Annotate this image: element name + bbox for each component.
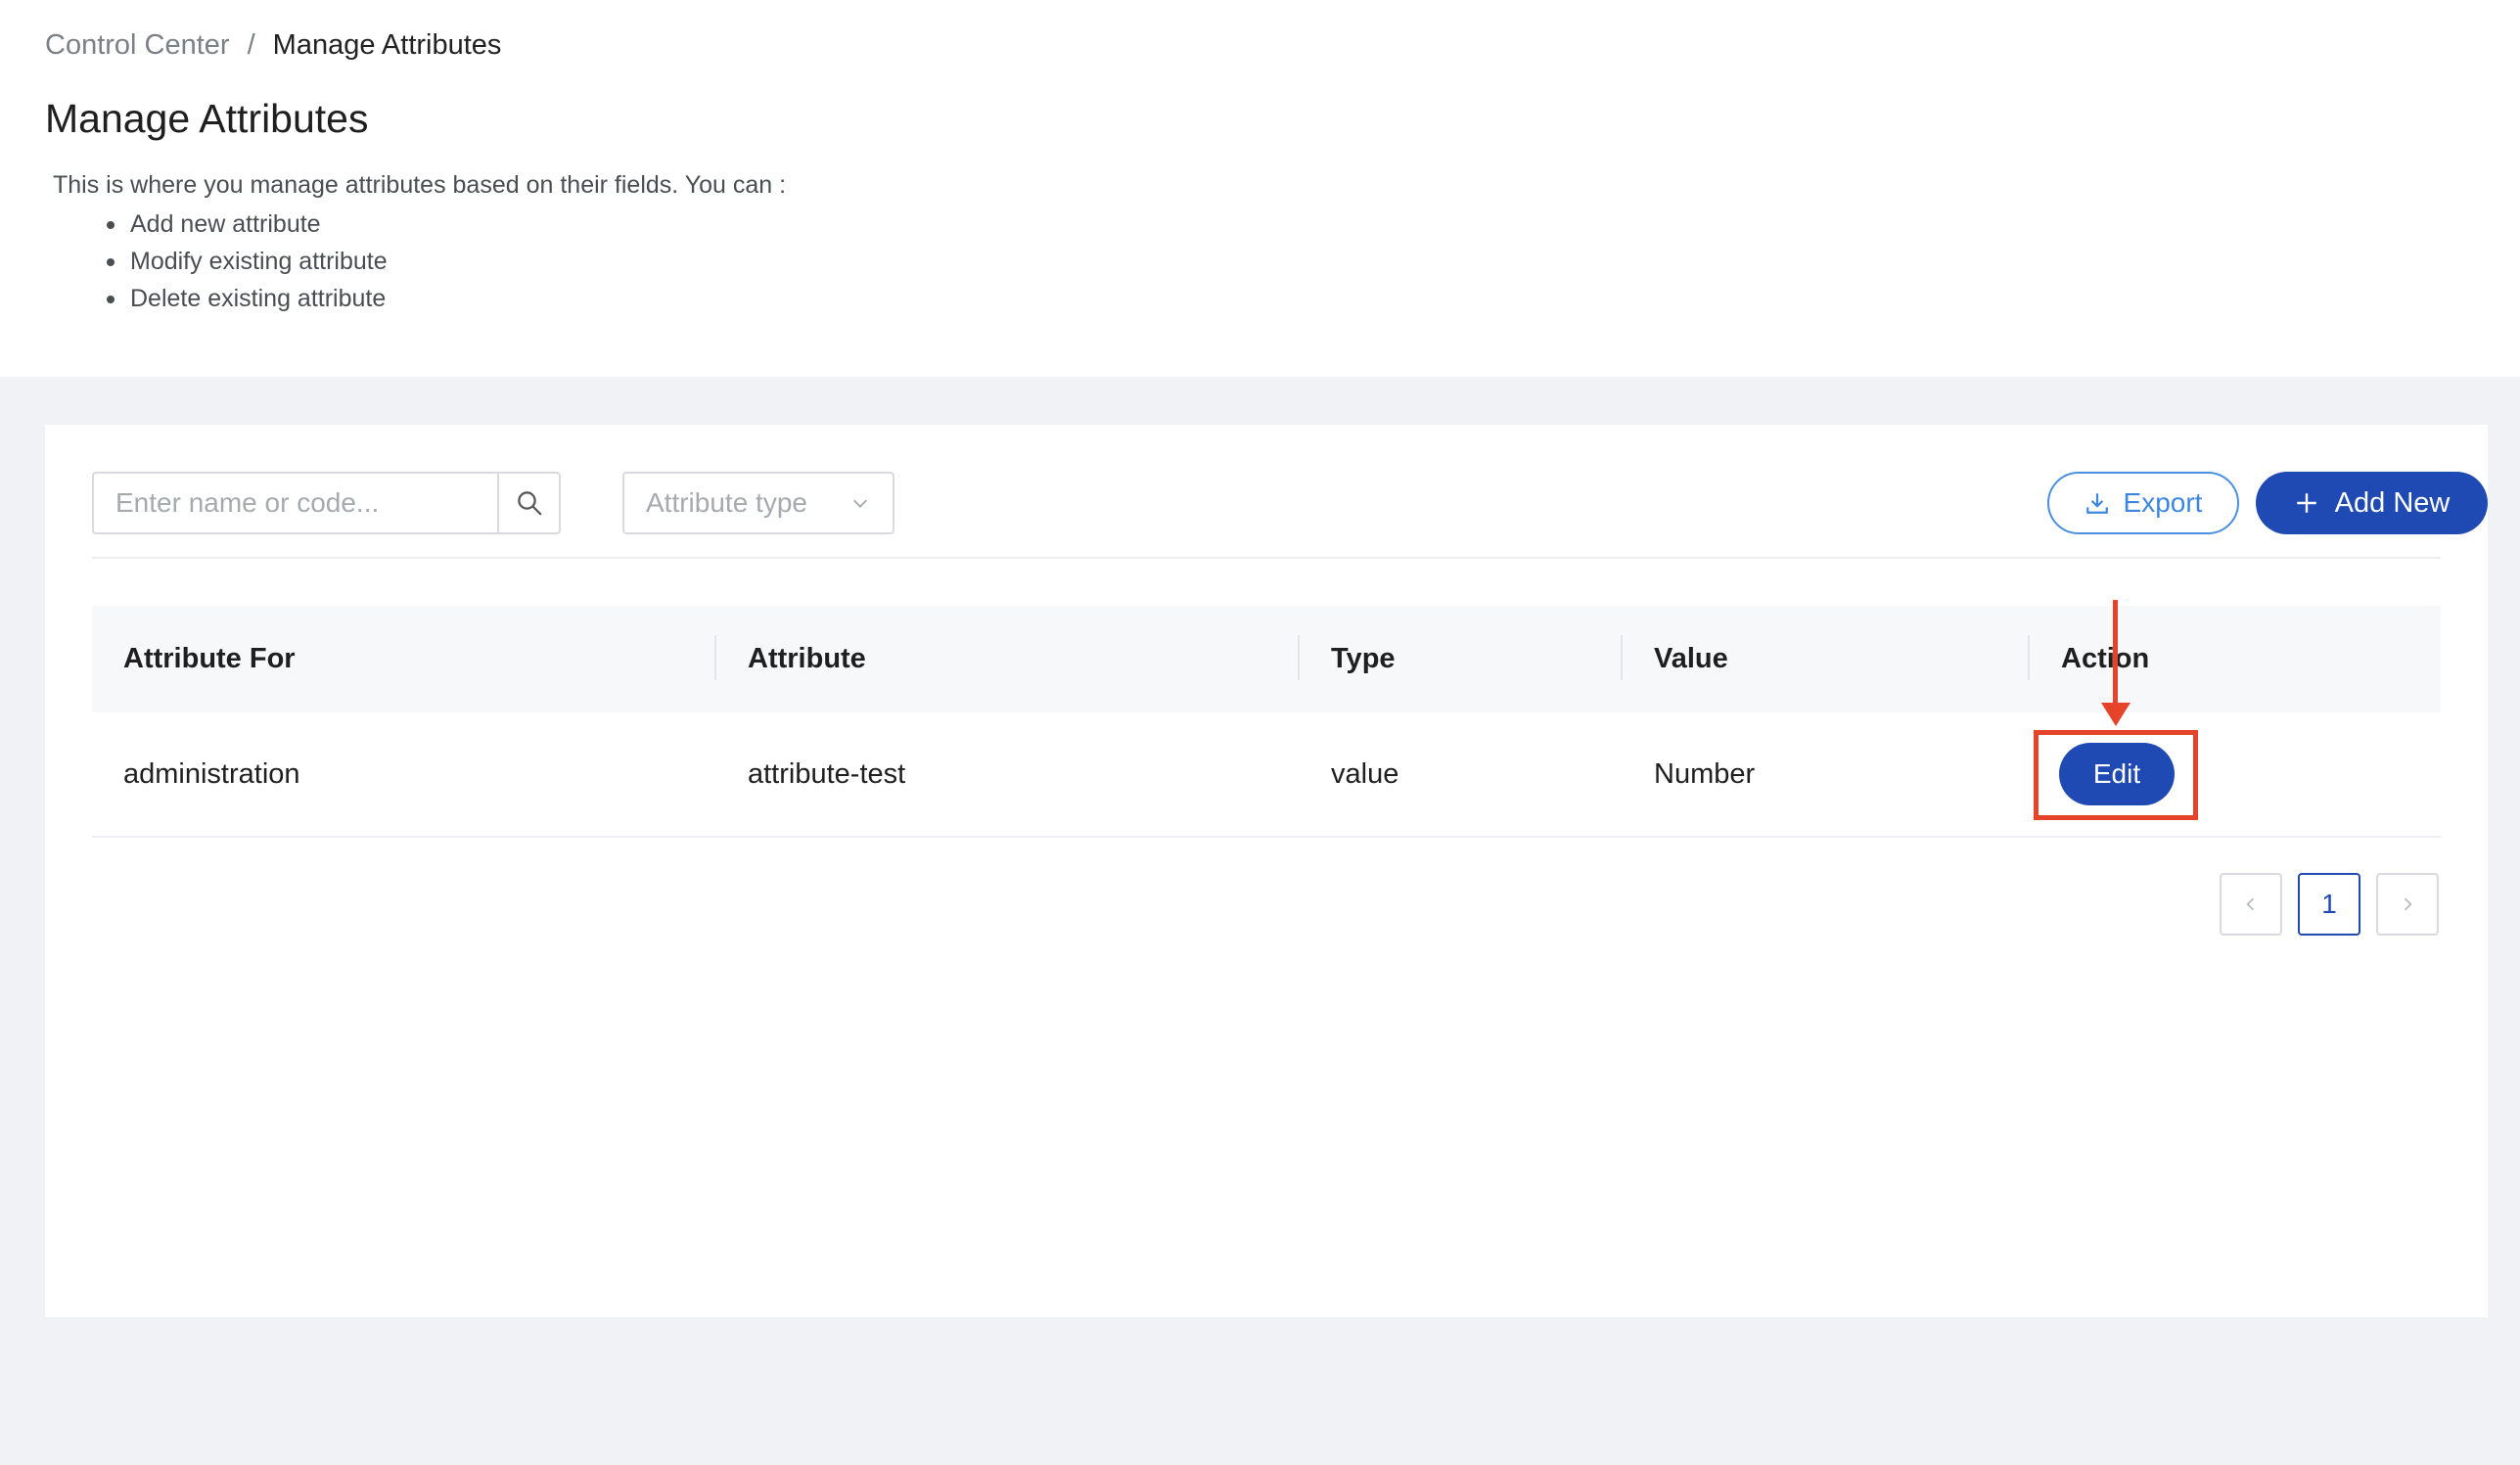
toolbar: Attribute type Export Add New bbox=[92, 472, 2488, 534]
search-input[interactable] bbox=[94, 474, 497, 532]
header-type: Type bbox=[1298, 606, 1621, 712]
cell-attribute: attribute-test bbox=[748, 757, 906, 790]
pagination: 1 bbox=[2220, 873, 2439, 936]
search-icon bbox=[517, 491, 541, 516]
page-description: This is where you manage attributes base… bbox=[53, 168, 786, 317]
header-action: Action bbox=[2028, 606, 2441, 712]
attributes-card: Attribute type Export Add New Attribute … bbox=[45, 425, 2488, 1317]
page-title: Manage Attributes bbox=[45, 96, 369, 141]
description-list: Add new attribute Modify existing attrib… bbox=[107, 206, 786, 317]
annotation-arrow-head bbox=[2101, 703, 2131, 726]
page-header: Control Center / Manage Attributes Manag… bbox=[0, 0, 2520, 377]
header-action-label: Action bbox=[2061, 643, 2150, 674]
breadcrumb: Control Center / Manage Attributes bbox=[45, 27, 501, 63]
export-button[interactable]: Export bbox=[2047, 472, 2239, 534]
attribute-type-select[interactable]: Attribute type bbox=[622, 472, 894, 534]
breadcrumb-current: Manage Attributes bbox=[272, 29, 502, 61]
next-page-button[interactable] bbox=[2376, 873, 2439, 936]
table-header: Attribute For Attribute Type Value Actio… bbox=[92, 606, 2441, 712]
cell-value: Number bbox=[1654, 757, 1756, 790]
breadcrumb-control-center[interactable]: Control Center bbox=[45, 27, 230, 63]
column-separator bbox=[1621, 635, 1623, 680]
description-item: Add new attribute bbox=[107, 206, 786, 243]
plus-icon bbox=[2296, 493, 2316, 513]
annotation-arrow-line bbox=[2113, 600, 2118, 708]
toolbar-divider bbox=[92, 557, 2441, 559]
breadcrumb-separator: / bbox=[247, 29, 255, 61]
add-new-label: Add New bbox=[2334, 486, 2451, 519]
prev-page-button[interactable] bbox=[2220, 873, 2282, 936]
cell-attribute-for: administration bbox=[123, 757, 300, 790]
export-label: Export bbox=[2123, 487, 2203, 518]
cell-type: value bbox=[1331, 757, 1399, 790]
header-attribute: Attribute bbox=[714, 606, 1298, 712]
header-value: Value bbox=[1621, 606, 2028, 712]
column-separator bbox=[714, 635, 716, 680]
description-text: This is where you manage attributes base… bbox=[53, 171, 787, 199]
header-attribute-for: Attribute For bbox=[123, 643, 296, 674]
search-button[interactable] bbox=[497, 474, 559, 532]
header-attribute-label: Attribute bbox=[748, 643, 866, 674]
description-item: Modify existing attribute bbox=[107, 243, 786, 280]
header-value-label: Value bbox=[1654, 643, 1728, 674]
page-number-button[interactable]: 1 bbox=[2298, 873, 2360, 936]
chevron-left-icon bbox=[2246, 897, 2255, 911]
column-separator bbox=[2028, 635, 2030, 680]
description-item: Delete existing attribute bbox=[107, 280, 786, 317]
column-separator bbox=[1298, 635, 1300, 680]
attribute-type-placeholder: Attribute type bbox=[646, 487, 807, 518]
annotation-highlight-box bbox=[2034, 730, 2198, 820]
add-new-button[interactable]: Add New bbox=[2256, 472, 2488, 534]
download-icon bbox=[2085, 493, 2108, 514]
header-type-label: Type bbox=[1331, 643, 1396, 674]
chevron-right-icon bbox=[2404, 897, 2412, 911]
search-box bbox=[92, 472, 561, 534]
chevron-down-icon bbox=[852, 499, 868, 508]
